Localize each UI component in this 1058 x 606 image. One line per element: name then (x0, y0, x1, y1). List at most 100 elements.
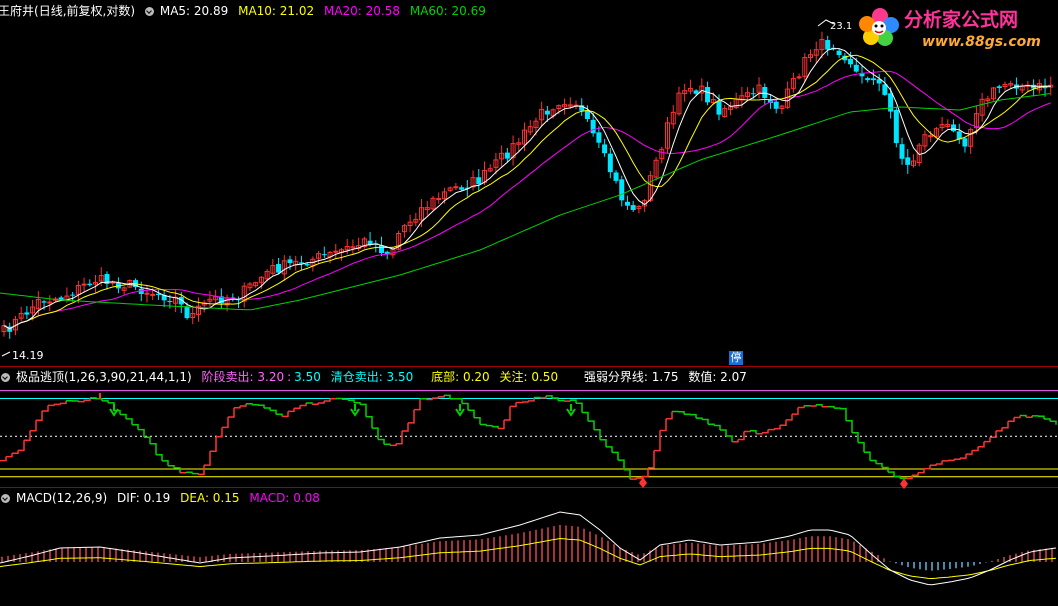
candle-body (321, 254, 327, 256)
indicator-step (246, 402, 253, 405)
num-label: 数值: (688, 370, 721, 384)
indicator-step (150, 442, 157, 455)
indicator-step (570, 399, 577, 404)
indicator-step (36, 411, 43, 422)
indicator-step (582, 411, 589, 422)
indicator-step (834, 407, 841, 409)
indicator-step (288, 408, 295, 413)
indicator-step (30, 420, 37, 432)
indicator-step (768, 428, 775, 431)
indicator-step (600, 438, 607, 447)
candle-body (87, 283, 93, 286)
indicator-step (894, 475, 901, 479)
indicator-step (228, 407, 235, 418)
focus-label: 关注: (499, 370, 532, 384)
macd-value: MACD: 0.08 (249, 491, 320, 505)
dif-line (0, 511, 1057, 586)
indicator-step (120, 413, 127, 419)
indicator-step (1044, 418, 1051, 422)
indicator-step (234, 406, 241, 409)
indicator-step (216, 427, 223, 438)
bottom-label: 底部: (431, 370, 463, 384)
indicator-step (198, 465, 205, 476)
indicator-step (936, 460, 943, 465)
indicator-step (726, 435, 733, 442)
indicator-step (552, 397, 559, 401)
sell-arrow-icon (350, 404, 360, 417)
indicator-step (456, 398, 463, 404)
candle-body (304, 264, 310, 266)
settings-dot-icon[interactable] (144, 7, 154, 16)
sell-arrow-icon (109, 404, 119, 417)
indicator-step (762, 429, 769, 434)
indicator-step (522, 400, 529, 403)
candle-body (613, 172, 619, 181)
indicator-step (348, 399, 355, 403)
indicator-step (786, 414, 793, 421)
indicator-step (612, 451, 619, 461)
indicator-step (606, 446, 613, 453)
indicator-step (378, 438, 385, 445)
indicator-step (876, 462, 883, 468)
candle-body (951, 124, 957, 132)
candle-body (836, 50, 842, 56)
indicator-step (132, 423, 139, 430)
stage-sell-value2: 3.50 (294, 370, 321, 384)
candle-body (705, 86, 711, 103)
indicator-step (420, 398, 427, 400)
bottom-value: 0.20 (462, 370, 490, 384)
indicator-step (270, 409, 277, 415)
indicator-step (432, 396, 439, 399)
indicator-step (18, 440, 25, 452)
indicator-step (1002, 421, 1009, 429)
candle-body (693, 90, 699, 94)
clear-sell-label: 清仓卖出: (330, 370, 387, 384)
indicator-step (546, 395, 553, 398)
indicator-step (798, 405, 805, 409)
indicator-step (1038, 415, 1045, 419)
indicator-step (924, 465, 931, 470)
indicator-step (912, 472, 919, 477)
indicator-step (840, 407, 847, 421)
indicator-step (480, 423, 487, 426)
settings-dot-icon[interactable] (1, 494, 10, 503)
sell-arrow-icon (455, 404, 465, 417)
indicator-step (276, 413, 283, 417)
indicator-step (630, 478, 637, 480)
indicator-step (384, 443, 391, 446)
indicator-step (12, 450, 19, 454)
ma60-value: MA60: 20.69 (409, 4, 486, 18)
ma5-value: MA5: 20.89 (159, 4, 229, 18)
indicator-step (48, 404, 55, 407)
logo-title: 分析家公式网 (904, 8, 1018, 31)
dif-value: DIF: 0.19 (116, 491, 171, 505)
indicator-step (186, 471, 193, 474)
candle-body (167, 301, 173, 303)
indicator-step (930, 464, 937, 466)
indicator-step (714, 424, 721, 430)
moving-averages (0, 19, 1051, 357)
indicator-step (852, 432, 859, 443)
candle-body (584, 110, 590, 120)
candle-body (962, 138, 968, 147)
indicator-step (144, 436, 151, 444)
indicator-step (510, 402, 517, 408)
settings-dot-icon[interactable] (1, 373, 10, 382)
indicator-step (654, 430, 661, 452)
indicator-step (954, 458, 961, 461)
indicator-step (516, 401, 523, 404)
indicator-step (78, 400, 85, 403)
indicator-step (978, 441, 985, 448)
ma20-line (3, 70, 1051, 330)
stage-sell-label: 阶段卖出: (201, 370, 258, 384)
indicator-step (816, 403, 823, 407)
indicator-step (828, 405, 835, 409)
candle-body (70, 294, 76, 296)
stock-name: 王府井 (0, 4, 35, 18)
indicator-step (666, 411, 673, 420)
indicator-step (948, 459, 955, 462)
indicator-step (696, 417, 703, 420)
main-chart-header: 王府井(日线,前复权,对数) MA5: 20.89 MA10: 21.02 MA… (0, 4, 492, 18)
indicator-step (174, 467, 181, 473)
indicator-step (408, 409, 415, 424)
